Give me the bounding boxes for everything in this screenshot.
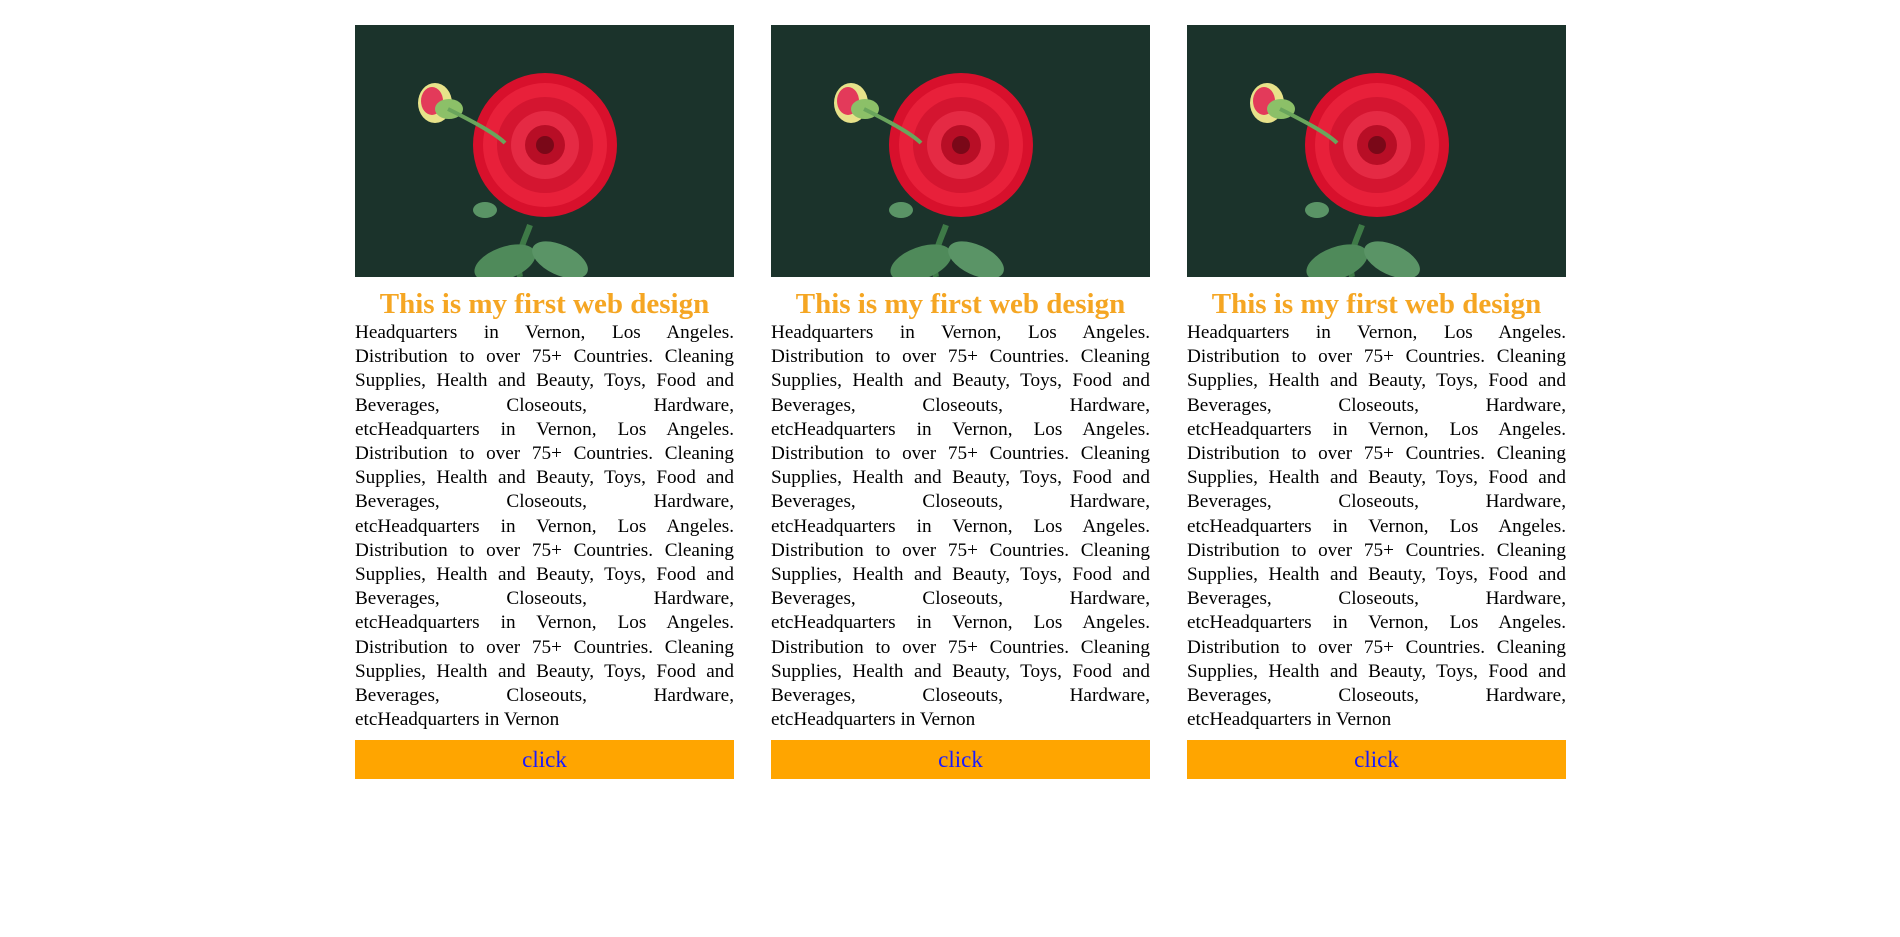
flower-image: [1187, 25, 1566, 277]
flower-image: [771, 25, 1150, 277]
card: This is my first web design Headquarters…: [1187, 25, 1566, 780]
card-description: Headquarters in Vernon, Los Angeles. Dis…: [771, 322, 1150, 731]
card: This is my first web design Headquarters…: [771, 25, 1150, 780]
card-row: This is my first web design Headquarters…: [355, 25, 1566, 780]
click-button[interactable]: click: [771, 740, 1150, 780]
dahlia-illustration: [355, 25, 734, 277]
flower-image: [355, 25, 734, 277]
card-title: This is my first web design: [1211, 288, 1542, 320]
click-button[interactable]: click: [355, 740, 734, 780]
click-button[interactable]: click: [1187, 740, 1566, 780]
dahlia-illustration: [1187, 25, 1566, 277]
card: This is my first web design Headquarters…: [355, 25, 734, 780]
card-description: Headquarters in Vernon, Los Angeles. Dis…: [355, 322, 734, 731]
card-title: This is my first web design: [379, 288, 710, 320]
card-description: Headquarters in Vernon, Los Angeles. Dis…: [1187, 322, 1566, 731]
card-title: This is my first web design: [795, 288, 1126, 320]
dahlia-illustration: [771, 25, 1150, 277]
